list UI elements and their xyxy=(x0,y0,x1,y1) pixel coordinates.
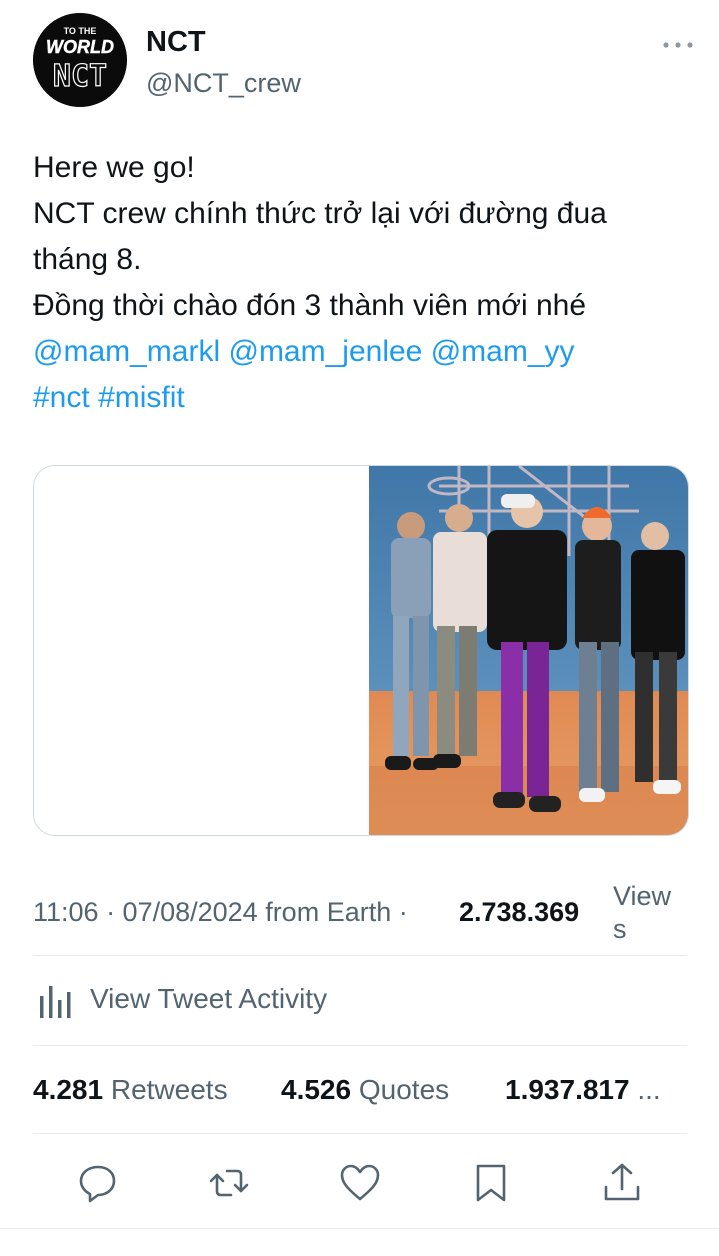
avatar-text-mid: WORLD xyxy=(46,37,114,57)
views-count: 2.738.369 xyxy=(459,897,580,927)
views-label: Views xyxy=(613,881,672,944)
mention-link[interactable]: @mam_jenlee xyxy=(228,335,422,368)
bar-chart-icon xyxy=(37,980,73,1025)
divider xyxy=(33,955,687,956)
avatar[interactable]: TO THE WORLD NCT xyxy=(33,13,127,107)
heart-icon[interactable] xyxy=(338,1161,382,1205)
hashtag-link[interactable]: #nct xyxy=(33,381,90,414)
tweet-text-line: Here we go! xyxy=(33,151,195,184)
tweet-text-line: NCT crew chính thức trở lại với đường đu… xyxy=(33,197,607,230)
media-image-placeholder[interactable] xyxy=(34,466,369,835)
tweet-header: TO THE WORLD NCT NCT @NCT_crew xyxy=(0,0,719,120)
group-photo[interactable] xyxy=(369,466,688,835)
avatar-text-top: TO THE xyxy=(64,26,97,36)
retweets-label: Retweets xyxy=(110,1074,228,1105)
tweet-meta: 11:06 · 07/08/2024 from Earth · 2.738.36… xyxy=(33,880,693,950)
retweet-icon[interactable] xyxy=(207,1161,251,1205)
tweet-text-line: Đồng thời chào đón 3 thành viên mới nhé xyxy=(33,289,587,322)
divider xyxy=(33,1045,687,1046)
mentions-line: @mam_markl @mam_jenlee @mam_yy xyxy=(33,329,683,375)
tweet-text: Here we go! NCT crew chính thức trở lại … xyxy=(33,145,683,421)
likes-stat[interactable]: 1.937.817 ... xyxy=(505,1074,661,1106)
divider xyxy=(33,1133,687,1134)
tweet-timestamp[interactable]: 11:06 · 07/08/2024 from Earth · xyxy=(33,897,408,928)
reply-icon[interactable] xyxy=(76,1161,120,1205)
retweets-stat[interactable]: 4.281 Retweets xyxy=(33,1074,228,1106)
hashtag-link[interactable]: #misfit xyxy=(98,381,185,414)
retweets-count: 4.281 xyxy=(33,1074,104,1105)
tweet-text-line: tháng 8. xyxy=(33,243,142,276)
divider xyxy=(0,1228,719,1229)
hashtags-line: #nct #misfit xyxy=(33,375,683,421)
avatar-text-bottom: NCT xyxy=(53,59,107,94)
bookmark-icon[interactable] xyxy=(469,1161,513,1205)
mention-link[interactable]: @mam_markl xyxy=(33,335,220,368)
quotes-label: Quotes xyxy=(358,1074,450,1105)
view-activity-button[interactable]: View Tweet Activity xyxy=(33,975,687,1025)
likes-ellipsis: ... xyxy=(637,1074,661,1105)
author-name[interactable]: NCT xyxy=(146,26,206,59)
more-dots-icon[interactable] xyxy=(660,30,696,60)
likes-count: 1.937.817 xyxy=(505,1074,630,1105)
tweet-actions xyxy=(0,1155,719,1215)
author-handle[interactable]: @NCT_crew xyxy=(146,68,301,99)
tweet-media[interactable] xyxy=(33,465,689,836)
quotes-count: 4.526 xyxy=(281,1074,352,1105)
activity-label: View Tweet Activity xyxy=(90,983,328,1014)
mention-link[interactable]: @mam_yy xyxy=(431,335,575,368)
share-icon[interactable] xyxy=(600,1161,644,1205)
quotes-stat[interactable]: 4.526 Quotes xyxy=(281,1074,449,1106)
engagement-stats: 4.281 Retweets 4.526 Quotes 1.937.817 ..… xyxy=(33,1070,693,1114)
